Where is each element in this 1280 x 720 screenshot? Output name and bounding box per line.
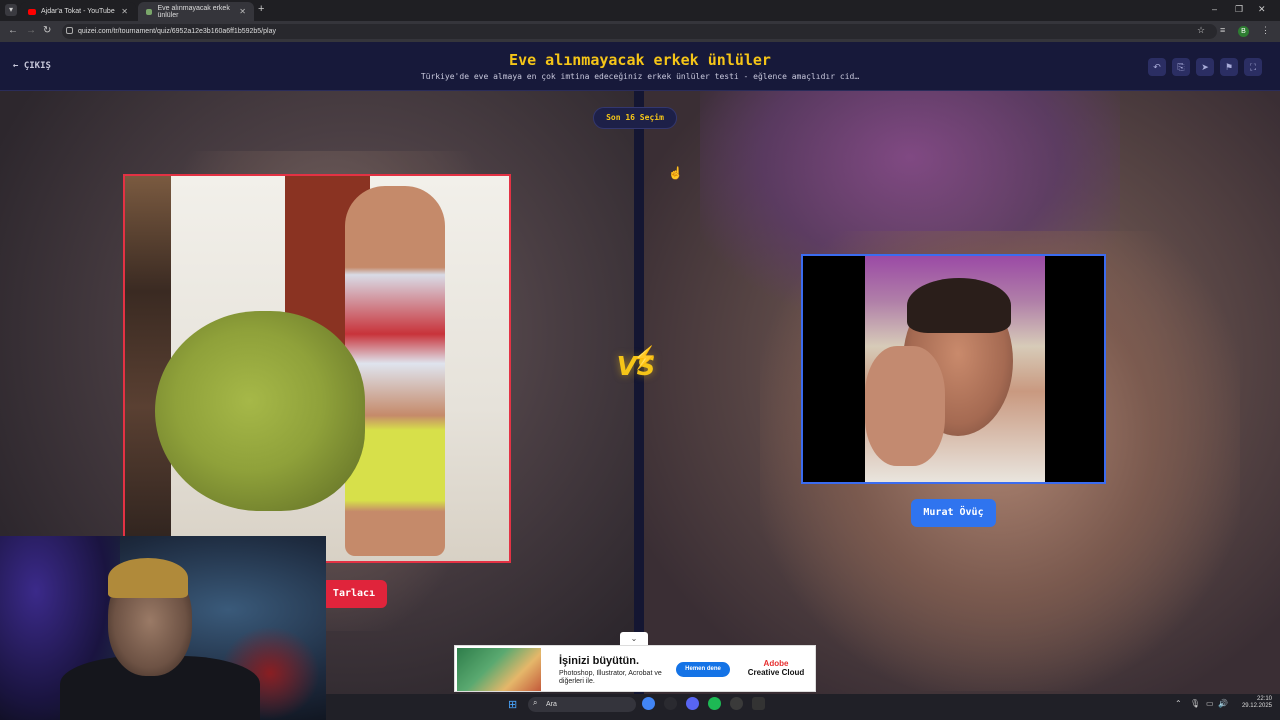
taskbar-clock[interactable]: 22:10 29.12.2025 (1232, 696, 1272, 710)
ad-cta-button[interactable]: Hemen dene (676, 662, 730, 677)
restore-icon[interactable]: ❐ (1235, 4, 1243, 15)
hair (907, 278, 1011, 333)
obs-icon[interactable] (664, 697, 677, 710)
chevron-down-icon[interactable]: ⌄ (620, 632, 648, 646)
fullscreen-icon[interactable]: ⛶ (1244, 58, 1262, 76)
left-choice-card[interactable] (123, 174, 511, 563)
new-tab-button[interactable]: + (258, 3, 264, 15)
ad-brand: Adobe Creative Cloud (741, 659, 811, 677)
plush-toy (155, 311, 365, 511)
network-icon[interactable]: ▭ (1206, 699, 1214, 708)
ad-banner[interactable]: İşinizi büyütün. Photoshop, Illustrator,… (454, 645, 816, 692)
github-icon[interactable] (730, 697, 743, 710)
left-choice-name-button[interactable]: Tarlacı (321, 580, 387, 608)
taskbar (326, 694, 1280, 720)
ad-image (457, 648, 541, 691)
share-icon[interactable]: ⎘ (1172, 58, 1190, 76)
mouse-cursor-icon: ☝ (668, 166, 683, 180)
spotify-icon[interactable] (708, 697, 721, 710)
hand (865, 346, 945, 466)
center-divider (634, 91, 644, 694)
close-icon[interactable]: ✕ (239, 7, 246, 16)
page-title: Eve alınmayacak erkek ünlüler (509, 51, 771, 69)
tab-youtube[interactable]: Ajdar'a Tokat - YouTube ✕ (20, 2, 136, 21)
extensions-icon[interactable]: ≡ (1220, 25, 1225, 35)
reload-icon[interactable]: ↻ (43, 25, 51, 36)
round-badge: Son 16 Seçim (593, 107, 677, 129)
discord-icon[interactable] (686, 697, 699, 710)
search-icon: ⌕ (533, 698, 538, 707)
person (345, 186, 445, 556)
back-icon[interactable]: ← (8, 25, 18, 36)
chrome-icon[interactable] (642, 697, 655, 710)
ad-brand-name: Adobe (763, 659, 789, 668)
tray-chevron-icon[interactable]: ⌃ (1175, 699, 1182, 708)
ad-headline: İşinizi büyütün. (559, 655, 640, 667)
undo-icon[interactable]: ↶ (1148, 58, 1166, 76)
page-subtitle: Türkiye'de eve almaya en çok imtina edec… (420, 72, 860, 81)
address-bar: ← → ↻ quizei.com/tr/tournament/quiz/6952… (0, 21, 1280, 42)
clock-time: 22:10 (1256, 696, 1272, 702)
site-icon (146, 8, 153, 15)
clock-date: 29.12.2025 (1241, 703, 1272, 709)
youtube-icon (28, 8, 36, 15)
url-input[interactable]: quizei.com/tr/tournament/quiz/6952a12e3b… (62, 24, 1217, 39)
tab-title: Ajdar'a Tokat - YouTube (41, 8, 115, 15)
windows-start-icon[interactable]: ⊞ (508, 698, 517, 711)
site-info-icon[interactable] (66, 27, 73, 34)
volume-icon[interactable]: 🔊 (1218, 699, 1228, 708)
ad-body: Photoshop, Illustrator, Acrobat ve diğer… (559, 670, 662, 685)
tab-quiz[interactable]: Eve alınmayacak erkek ünlüler ✕ (138, 2, 254, 21)
tab-title: Eve alınmayacak erkek ünlüler (157, 4, 230, 19)
right-choice-name-button[interactable]: Murat Övüç (911, 499, 996, 527)
tab-bar: ▾ Ajdar'a Tokat - YouTube ✕ Eve alınmaya… (0, 0, 1280, 21)
browser-menu-icon[interactable]: ⋮ (1261, 25, 1270, 36)
tab-search-icon[interactable]: ▾ (5, 4, 17, 16)
forward-icon[interactable]: → (26, 25, 36, 36)
webcam-hat (108, 558, 188, 598)
right-choice-card[interactable] (801, 254, 1106, 484)
close-icon[interactable]: ✕ (121, 7, 128, 16)
profile-avatar[interactable]: B (1238, 26, 1249, 37)
send-icon[interactable]: ➤ (1196, 58, 1214, 76)
ad-brand-product: Creative Cloud (747, 668, 805, 677)
mic-icon[interactable]: 🎙 (1190, 699, 1200, 708)
flag-icon[interactable]: ⚑ (1220, 58, 1238, 76)
webcam-overlay (0, 536, 326, 720)
quiz-header: ← ÇIKIŞ Eve alınmayacak erkek ünlüler Tü… (0, 42, 1280, 91)
lightning-icon: ⚡ (631, 345, 659, 370)
minimize-icon[interactable]: – (1212, 4, 1217, 14)
bookmark-star-icon[interactable]: ☆ (1197, 25, 1205, 36)
epic-games-icon[interactable] (752, 697, 765, 710)
window-close-icon[interactable]: ✕ (1258, 4, 1266, 15)
taskbar-search-input[interactable]: Ara (528, 697, 636, 712)
